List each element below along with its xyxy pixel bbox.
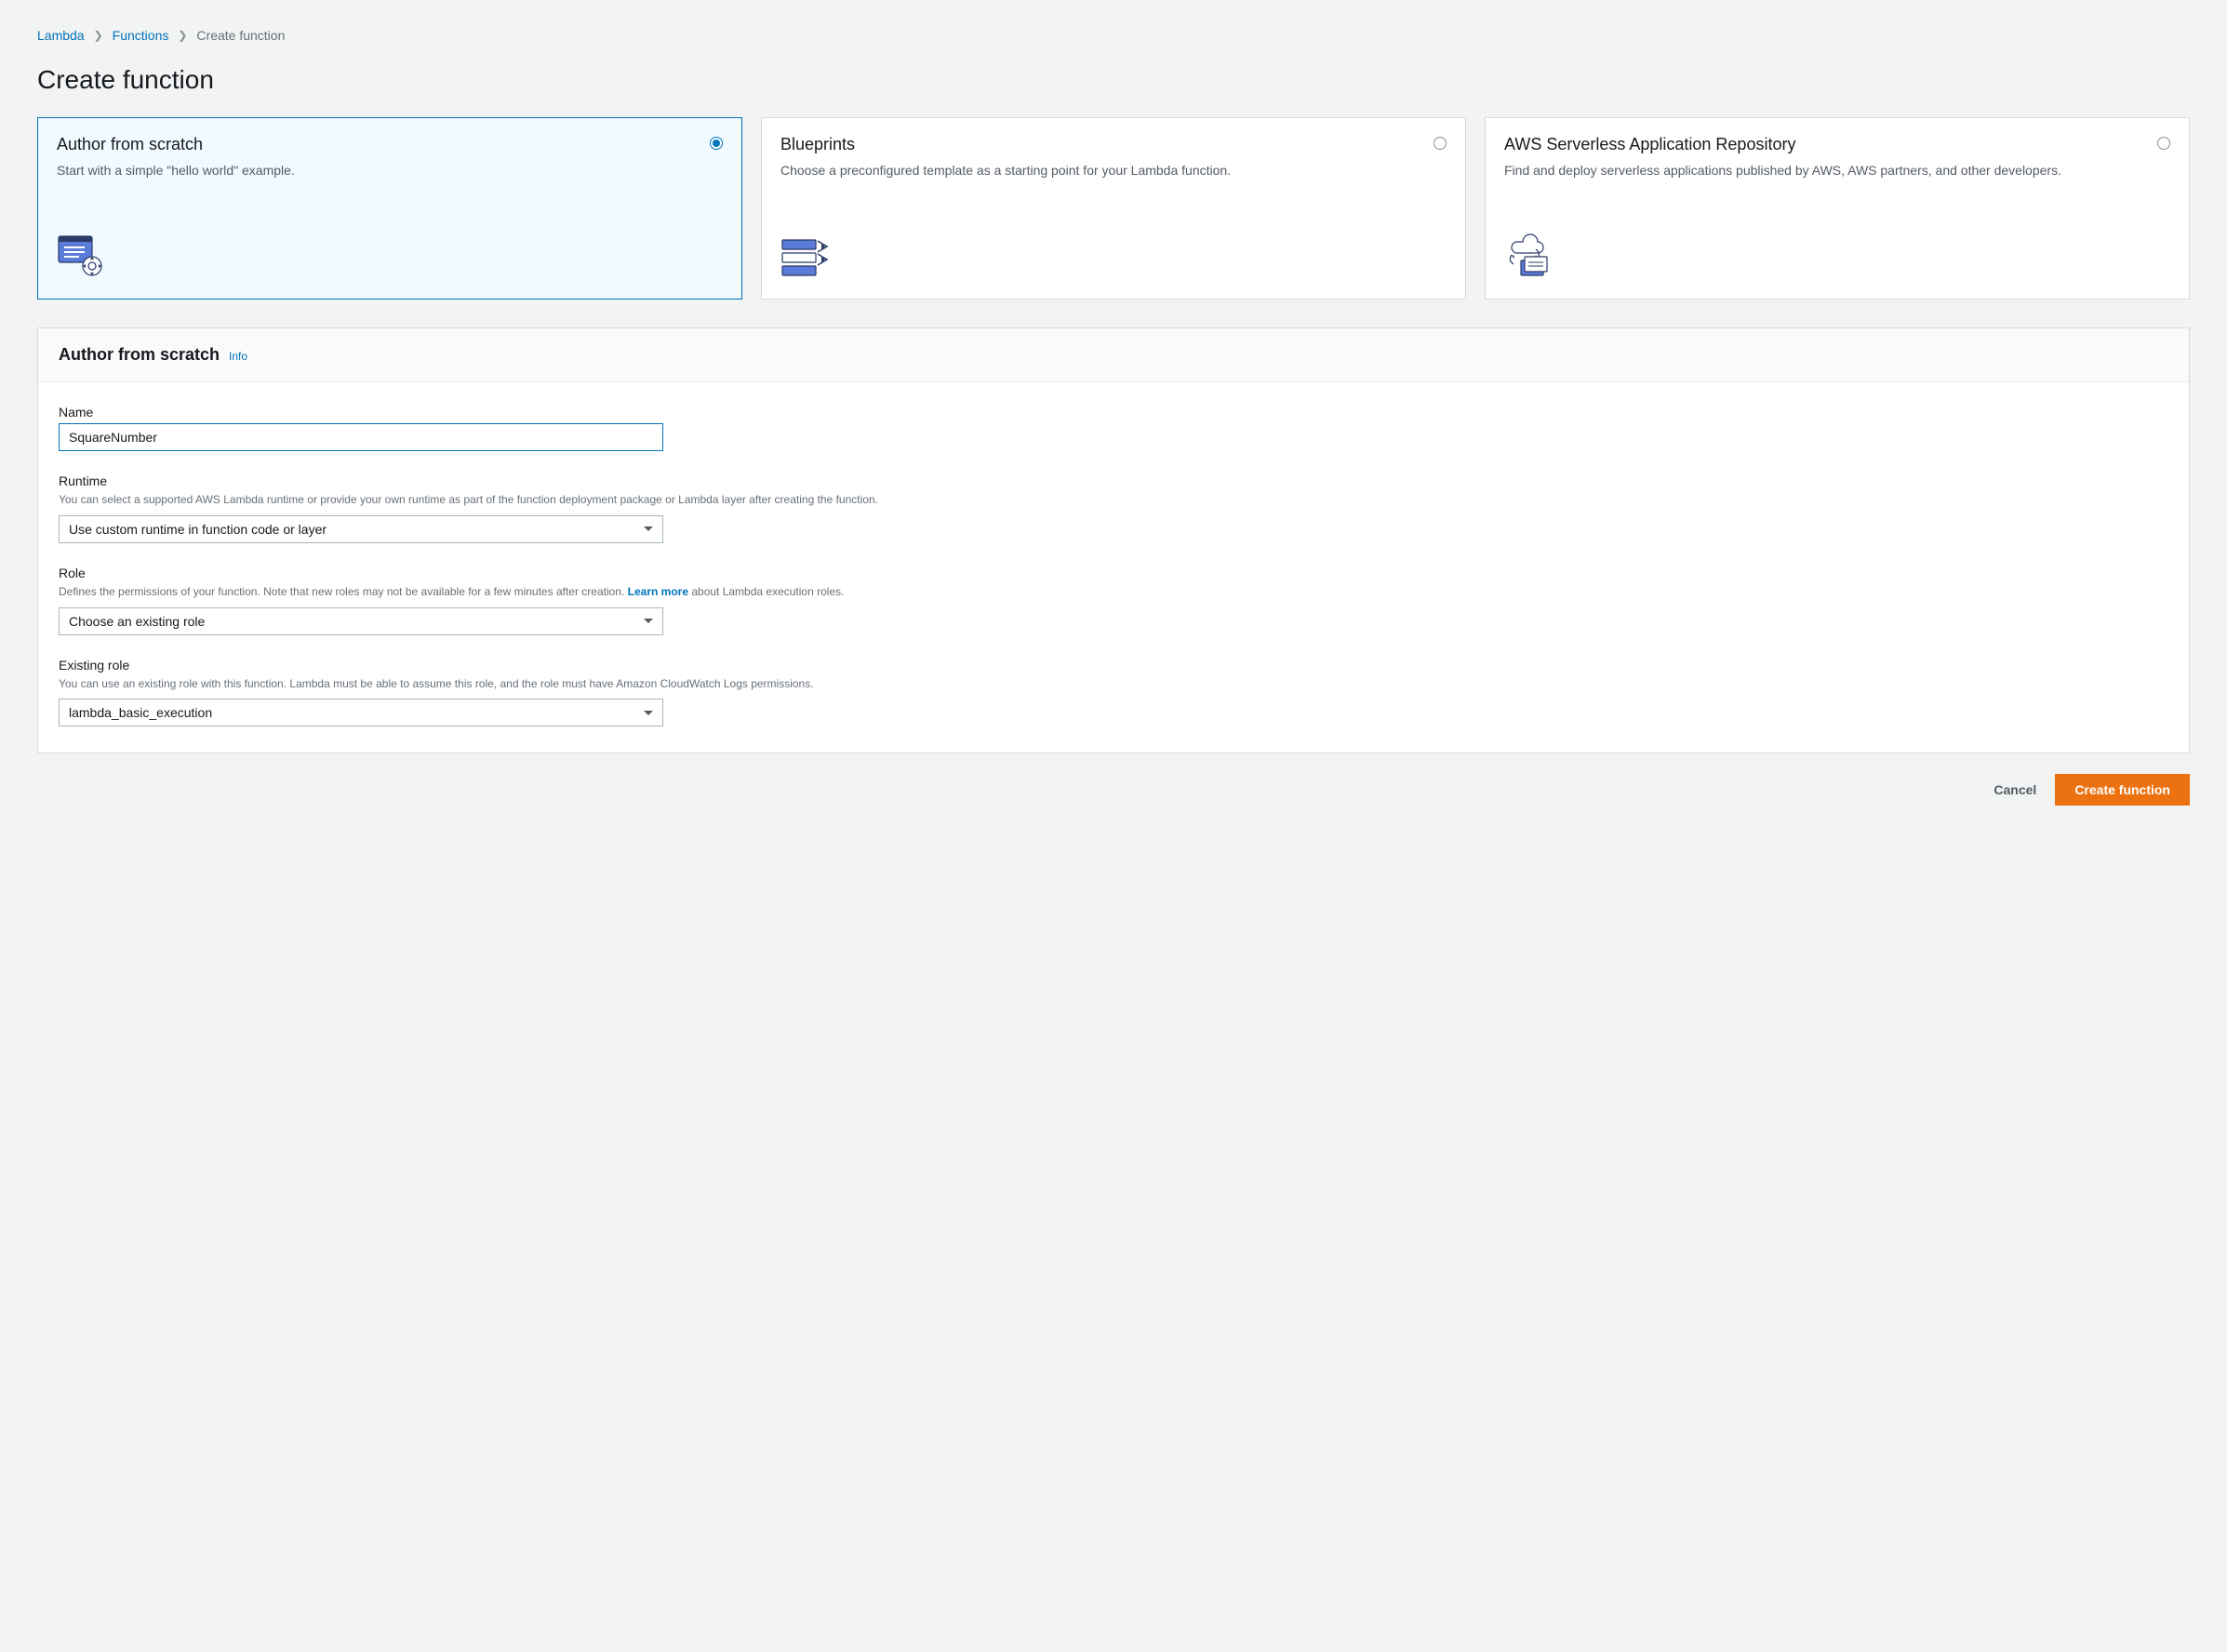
role-select[interactable]: Choose an existing role: [59, 607, 663, 635]
name-input[interactable]: [59, 423, 663, 451]
panel-title: Author from scratch: [59, 345, 220, 365]
config-panel: Author from scratch Info Name Runtime Yo…: [37, 327, 2190, 753]
breadcrumb: Lambda ❯ Functions ❯ Create function: [37, 28, 2190, 43]
chevron-right-icon: ❯: [178, 29, 187, 42]
runtime-help: You can select a supported AWS Lambda ru…: [59, 492, 2168, 508]
card-desc: Find and deploy serverless applications …: [1504, 162, 2170, 180]
caret-down-icon: [644, 619, 653, 623]
scratch-icon: [57, 233, 723, 280]
radio-icon: [1434, 137, 1447, 150]
cancel-button[interactable]: Cancel: [1988, 775, 2042, 805]
blueprints-icon: [780, 236, 1447, 280]
breadcrumb-functions[interactable]: Functions: [113, 28, 169, 43]
panel-header: Author from scratch Info: [38, 328, 2189, 382]
runtime-select[interactable]: Use custom runtime in function code or l…: [59, 515, 663, 543]
page-title: Create function: [37, 65, 2190, 95]
caret-down-icon: [644, 526, 653, 531]
existing-role-help: You can use an existing role with this f…: [59, 676, 2168, 692]
role-help: Defines the permissions of your function…: [59, 584, 2168, 600]
chevron-right-icon: ❯: [94, 29, 103, 42]
info-link[interactable]: Info: [229, 350, 247, 363]
card-desc: Choose a preconfigured template as a sta…: [780, 162, 1447, 180]
card-blueprints[interactable]: Blueprints Choose a preconfigured templa…: [761, 117, 1466, 300]
runtime-label: Runtime: [59, 473, 2168, 488]
card-title: Blueprints: [780, 135, 1447, 154]
panel-body: Name Runtime You can select a supported …: [38, 382, 2189, 753]
radio-icon: [2157, 137, 2170, 150]
field-existing-role: Existing role You can use an existing ro…: [59, 658, 2168, 727]
role-help-pre: Defines the permissions of your function…: [59, 585, 628, 598]
action-bar: Cancel Create function: [37, 774, 2190, 806]
breadcrumb-current: Create function: [196, 28, 285, 43]
field-name: Name: [59, 405, 2168, 451]
field-runtime: Runtime You can select a supported AWS L…: [59, 473, 2168, 543]
name-label: Name: [59, 405, 2168, 420]
existing-role-select[interactable]: lambda_basic_execution: [59, 699, 663, 726]
creation-option-cards: Author from scratch Start with a simple …: [37, 117, 2190, 300]
role-value: Choose an existing role: [69, 614, 636, 629]
card-desc: Start with a simple "hello world" exampl…: [57, 162, 723, 180]
card-serverless-repo[interactable]: AWS Serverless Application Repository Fi…: [1485, 117, 2190, 300]
card-title: AWS Serverless Application Repository: [1504, 135, 2170, 154]
serverless-repo-icon: [1504, 233, 2170, 280]
card-title: Author from scratch: [57, 135, 723, 154]
field-role: Role Defines the permissions of your fun…: [59, 566, 2168, 635]
radio-icon: [710, 137, 723, 150]
role-label: Role: [59, 566, 2168, 580]
learn-more-link[interactable]: Learn more: [628, 585, 688, 598]
existing-role-label: Existing role: [59, 658, 2168, 673]
caret-down-icon: [644, 711, 653, 715]
create-function-button[interactable]: Create function: [2055, 774, 2190, 806]
existing-role-value: lambda_basic_execution: [69, 705, 636, 720]
card-author-from-scratch[interactable]: Author from scratch Start with a simple …: [37, 117, 742, 300]
breadcrumb-lambda[interactable]: Lambda: [37, 28, 85, 43]
role-help-post: about Lambda execution roles.: [688, 585, 844, 598]
runtime-value: Use custom runtime in function code or l…: [69, 522, 636, 537]
